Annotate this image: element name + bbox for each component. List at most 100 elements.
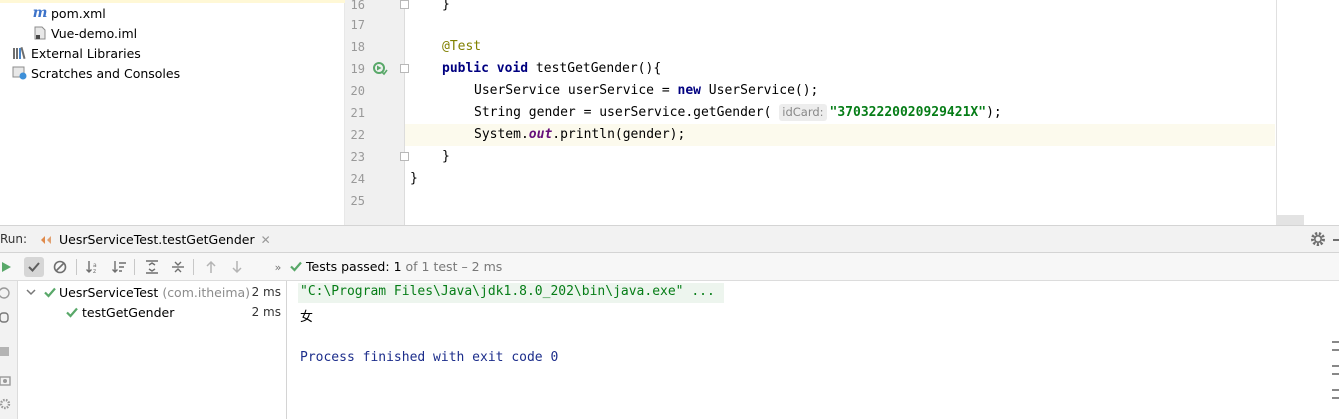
tree-item-label: pom.xml — [51, 5, 106, 21]
code-line-22: System.out.println(gender); — [474, 124, 685, 146]
parameter-hint: idCard: — [779, 104, 827, 121]
line-number: 21 — [350, 106, 365, 120]
sort-alphabetically-button[interactable]: az — [83, 257, 103, 277]
toolbar-separator — [193, 259, 194, 275]
code-line-21: String gender = userService.getGender( i… — [474, 102, 1002, 124]
code-text: testGetGender(){ — [528, 61, 662, 76]
debug-icon[interactable] — [0, 309, 12, 323]
passed-check-icon — [44, 287, 56, 298]
code-text: String gender = userService.getGender( — [474, 105, 780, 120]
run-tab-title: UesrServiceTest.testGetGender — [59, 232, 255, 247]
run-tool-window-header: Run: UesrServiceTest.testGetGender ✕ — [0, 225, 1339, 253]
code-text: UserService userService = — [474, 83, 678, 98]
editor-scrollbar[interactable] — [1276, 0, 1277, 225]
code-text: UserService(); — [700, 83, 819, 98]
test-duration: 2 ms — [251, 285, 281, 299]
show-ignored-button[interactable] — [50, 257, 70, 277]
line-number: 23 — [350, 150, 365, 164]
line-number: 25 — [350, 194, 365, 208]
code-line-18: @Test — [442, 36, 481, 58]
console-exit-line: Process finished with exit code 0 — [300, 350, 559, 365]
console-command-line: "C:\Program Files\Java\jdk1.8.0_202\bin\… — [300, 284, 715, 299]
toolbar-separator — [76, 259, 77, 275]
tree-item-label: Vue-demo.iml — [51, 25, 138, 41]
svg-text:z: z — [93, 268, 96, 274]
camera-icon[interactable] — [0, 371, 12, 386]
run-config-icon — [40, 234, 54, 246]
history-icon[interactable] — [0, 285, 12, 299]
editor-gutter[interactable]: 16 17 18 19 20 21 22 23 24 25 — [345, 0, 409, 225]
line-number: 17 — [350, 18, 365, 32]
tree-item-scratches[interactable]: Scratches and Consoles — [12, 63, 180, 83]
code-text-area[interactable]: } @Test public void testGetGender(){ Use… — [405, 0, 1275, 225]
code-line-24: } — [410, 171, 418, 186]
line-number: 24 — [350, 172, 365, 186]
run-test-gutter-icon[interactable] — [372, 61, 388, 77]
code-line-23: } — [442, 149, 450, 164]
wrap-icon[interactable] — [1332, 341, 1339, 351]
minimize-icon[interactable] — [1333, 239, 1339, 241]
tests-summary: of 1 test – 2 ms — [405, 259, 503, 274]
show-passed-button[interactable] — [24, 257, 44, 277]
code-line-20: UserService userService = new UserServic… — [474, 80, 818, 102]
rerun-button[interactable] — [0, 257, 16, 277]
console-output[interactable]: "C:\Program Files\Java\jdk1.8.0_202\bin\… — [288, 281, 1339, 419]
code-line-19: public void testGetGender(){ — [442, 58, 661, 80]
chevron-down-icon[interactable] — [22, 288, 40, 296]
test-case-row[interactable]: testGetGender 2 ms — [18, 302, 286, 322]
line-number: 20 — [350, 84, 365, 98]
static-field: out — [528, 127, 553, 142]
maven-file-icon: m — [32, 5, 48, 21]
print-icon[interactable] — [1332, 389, 1339, 399]
console-side-toolbar — [1329, 281, 1339, 419]
run-side-toolbar — [0, 281, 18, 419]
line-number: 19 — [350, 62, 365, 76]
editor-scroll-thumb[interactable] — [1276, 215, 1304, 225]
line-number: 18 — [350, 40, 365, 54]
test-suite-package: (com.itheima) — [162, 284, 251, 300]
test-duration: 2 ms — [251, 305, 281, 319]
stop-icon[interactable] — [0, 347, 9, 356]
run-toolbar: az » Tests passed: 1 of 1 test – 2 ms — [0, 253, 1339, 281]
settings-icon[interactable] — [0, 396, 12, 410]
run-tab[interactable]: UesrServiceTest.testGetGender ✕ — [40, 226, 271, 253]
keyword: new — [677, 83, 701, 98]
line-number: 22 — [350, 128, 365, 142]
code-line-16: } — [442, 0, 450, 12]
console-output-line: 女 — [300, 310, 314, 325]
expand-all-button[interactable] — [142, 257, 162, 277]
test-results-tree[interactable]: UesrServiceTest (com.itheima) 2 ms testG… — [18, 281, 287, 419]
code-text: .println(gender); — [552, 127, 686, 142]
tests-passed-label: Tests passed: — [306, 259, 390, 274]
close-tab-icon[interactable]: ✕ — [261, 233, 271, 247]
code-text: ); — [986, 105, 1002, 120]
passed-check-icon — [66, 307, 78, 318]
settings-gear-icon[interactable] — [1310, 231, 1326, 247]
test-suite-row[interactable]: UesrServiceTest (com.itheima) 2 ms — [18, 282, 286, 302]
tests-status: Tests passed: 1 of 1 test – 2 ms — [290, 259, 502, 274]
code-editor[interactable]: 16 17 18 19 20 21 22 23 24 25 } @Test pu… — [345, 0, 1339, 225]
tree-item-pom-xml[interactable]: m pom.xml — [32, 3, 106, 23]
scroll-end-icon[interactable] — [1332, 365, 1339, 375]
next-failed-test-button[interactable] — [227, 257, 247, 277]
tree-item-external-libraries[interactable]: External Libraries — [12, 43, 141, 63]
tree-item-label: Scratches and Consoles — [31, 65, 181, 81]
sort-by-duration-button[interactable] — [109, 257, 129, 277]
toolbar-separator — [134, 259, 135, 275]
check-icon — [290, 261, 302, 272]
keyword: public — [442, 61, 489, 76]
tree-item-vue-demo-iml[interactable]: Vue-demo.iml — [32, 23, 137, 43]
tests-passed-count: 1 — [393, 259, 402, 274]
string-literal: "37032220020929421X" — [829, 105, 987, 120]
more-actions-chevron-icon[interactable]: » — [268, 257, 288, 277]
library-icon — [12, 45, 28, 61]
tree-item-label: External Libraries — [31, 45, 141, 61]
project-tree: m pom.xml Vue-demo.iml External Librarie… — [0, 0, 345, 225]
test-suite-name: UesrServiceTest — [59, 284, 159, 300]
collapse-all-button[interactable] — [168, 257, 188, 277]
scratches-icon — [12, 65, 28, 81]
previous-failed-test-button[interactable] — [201, 257, 221, 277]
code-text: System. — [474, 127, 529, 142]
test-case-name: testGetGender — [82, 304, 175, 320]
keyword: void — [496, 61, 529, 76]
